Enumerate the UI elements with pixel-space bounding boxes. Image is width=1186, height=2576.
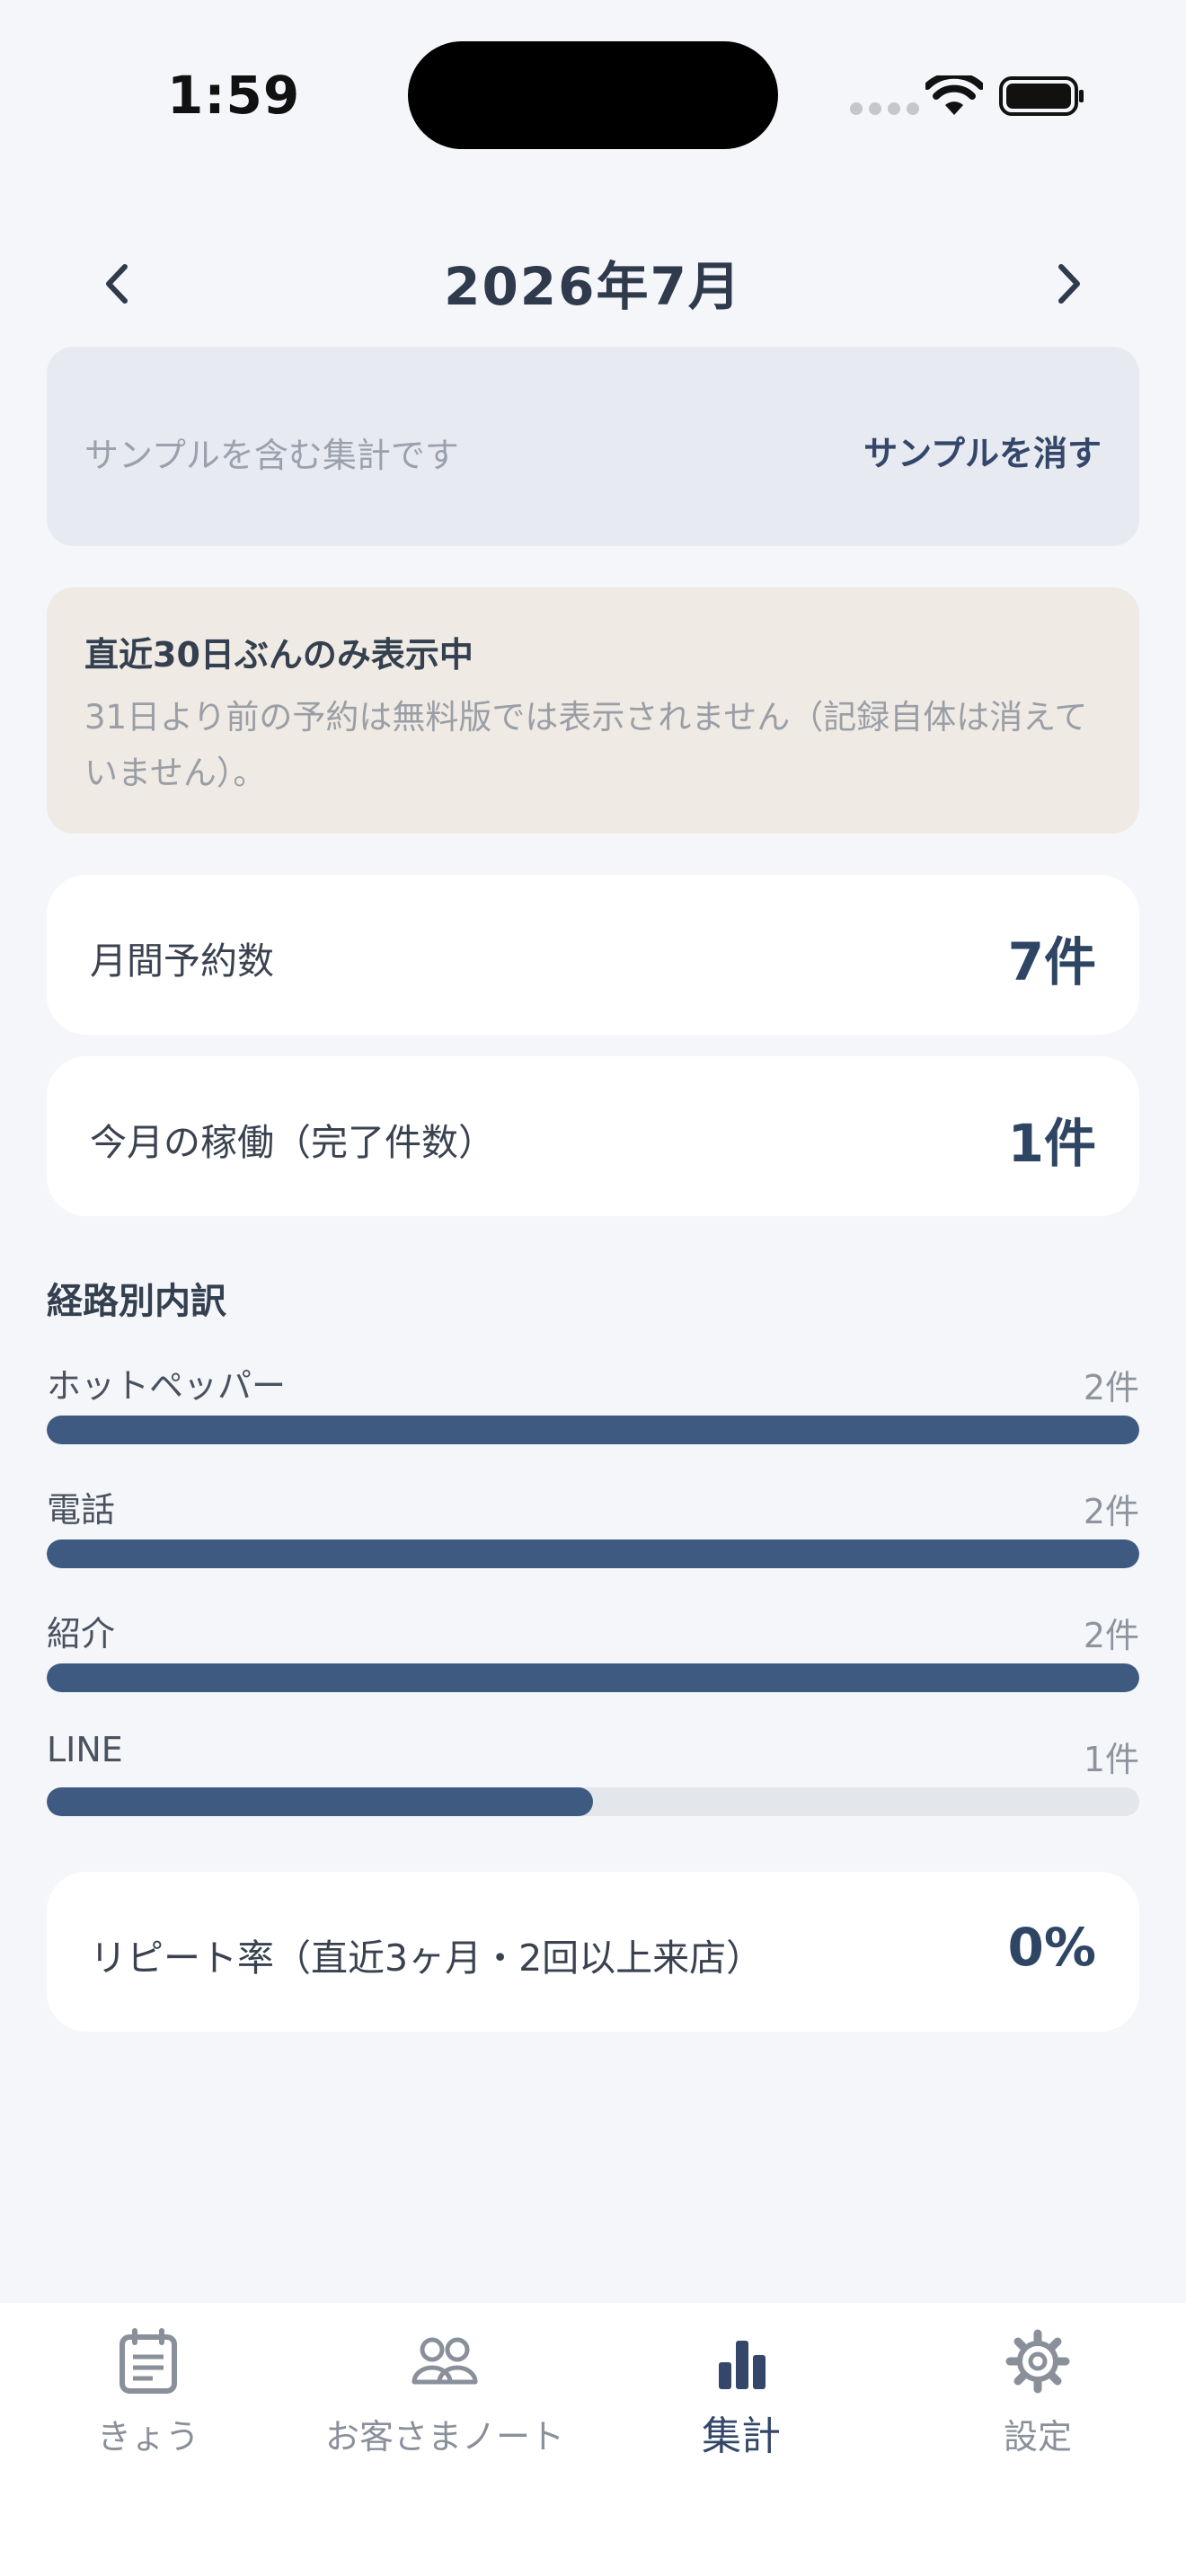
wifi-icon [925,75,983,115]
clear-sample-button[interactable]: サンプルを消す [863,426,1102,475]
month-header: 2026年7月 [0,239,1186,320]
chevron-right-icon [1058,264,1080,304]
tab-stats-label: 集計 [702,2413,781,2459]
breakdown-count: 2件 [1083,1492,1139,1531]
battery-icon [999,76,1084,116]
breakdown-bar-fill [47,1663,1139,1692]
next-month-button[interactable] [1033,248,1105,320]
monthly-reservations-label: 月間予約数 [90,940,274,983]
breakdown-title: 経路別内訳 [47,1281,226,1322]
monthly-reservations-value: 7件 [1007,931,1096,992]
completed-count-label: 今月の稼働（完了件数） [90,1121,495,1164]
tab-customer-notes[interactable]: お客さまノート [296,2328,593,2472]
breakdown-label: ホットペッパー [47,1366,287,1406]
breakdown-row: LINE 1件 [47,1730,1139,1820]
tab-stats[interactable]: 集計 [593,2328,890,2472]
breakdown-row: 紹介 2件 [47,1606,1139,1696]
sample-banner-text: サンプルを含む集計です [84,436,459,475]
breakdown-row: 電話 2件 [47,1482,1139,1572]
monthly-reservations-card: 月間予約数 7件 [47,875,1139,1035]
calendar-note-icon [119,2328,177,2394]
gear-icon [1005,2329,1070,2394]
repeat-rate-card: リピート率（直近3ヶ月・2回以上来店） 0% [47,1872,1139,2032]
completed-count-value: 1件 [1007,1113,1096,1174]
breakdown-count: 2件 [1083,1368,1139,1407]
breakdown-bar-fill [47,1416,1139,1444]
breakdown-label: LINE [47,1730,123,1769]
people-icon [412,2337,478,2385]
tab-bar: きょう お客さまノート 集計 設定 [0,2303,1186,2576]
breakdown-bar-track [47,1539,1139,1568]
breakdown-bar-fill [47,1539,1139,1568]
breakdown-row: ホットペッパー 2件 [47,1358,1139,1448]
breakdown-bar-track [47,1663,1139,1692]
notice-title: 直近30日ぶんのみ表示中 [84,635,474,675]
breakdown-count: 1件 [1083,1740,1139,1779]
tab-settings-label: 設定 [1003,2417,1072,2457]
tab-today[interactable]: きょう [0,2328,296,2472]
status-time: 1:59 [167,65,301,126]
sample-banner: サンプルを含む集計です サンプルを消す [47,347,1139,546]
month-title: 2026年7月 [444,256,742,317]
stats-screen: 1:59 2026年7月 サンプルを含む集計です サンプルを消す 直近30日ぶん… [0,0,1186,2576]
repeat-rate-label: リピート率（直近3ヶ月・2回以上来店） [90,1936,764,1980]
breakdown-bar-fill [47,1787,593,1816]
dynamic-island [408,41,778,149]
cellular-signal-icon [850,102,919,115]
tab-today-label: きょう [96,2417,199,2457]
repeat-rate-value: 0% [1007,1917,1096,1978]
tab-customer-notes-label: お客さまノート [324,2417,564,2457]
free-plan-notice: 直近30日ぶんのみ表示中 31日より前の予約は無料版では表示されません（記録自体… [47,587,1139,834]
completed-count-card: 今月の稼働（完了件数） 1件 [47,1056,1139,1216]
breakdown-bar-track [47,1416,1139,1444]
breakdown-label: 紹介 [47,1614,116,1654]
breakdown-label: 電話 [47,1490,116,1530]
breakdown-count: 2件 [1083,1616,1139,1655]
bar-chart-icon [719,2341,766,2389]
tab-settings[interactable]: 設定 [890,2328,1186,2472]
notice-body: 31日より前の予約は無料版では表示されません（記録自体は消えていません）。 [84,698,1088,792]
breakdown-bar-track [47,1787,1139,1816]
